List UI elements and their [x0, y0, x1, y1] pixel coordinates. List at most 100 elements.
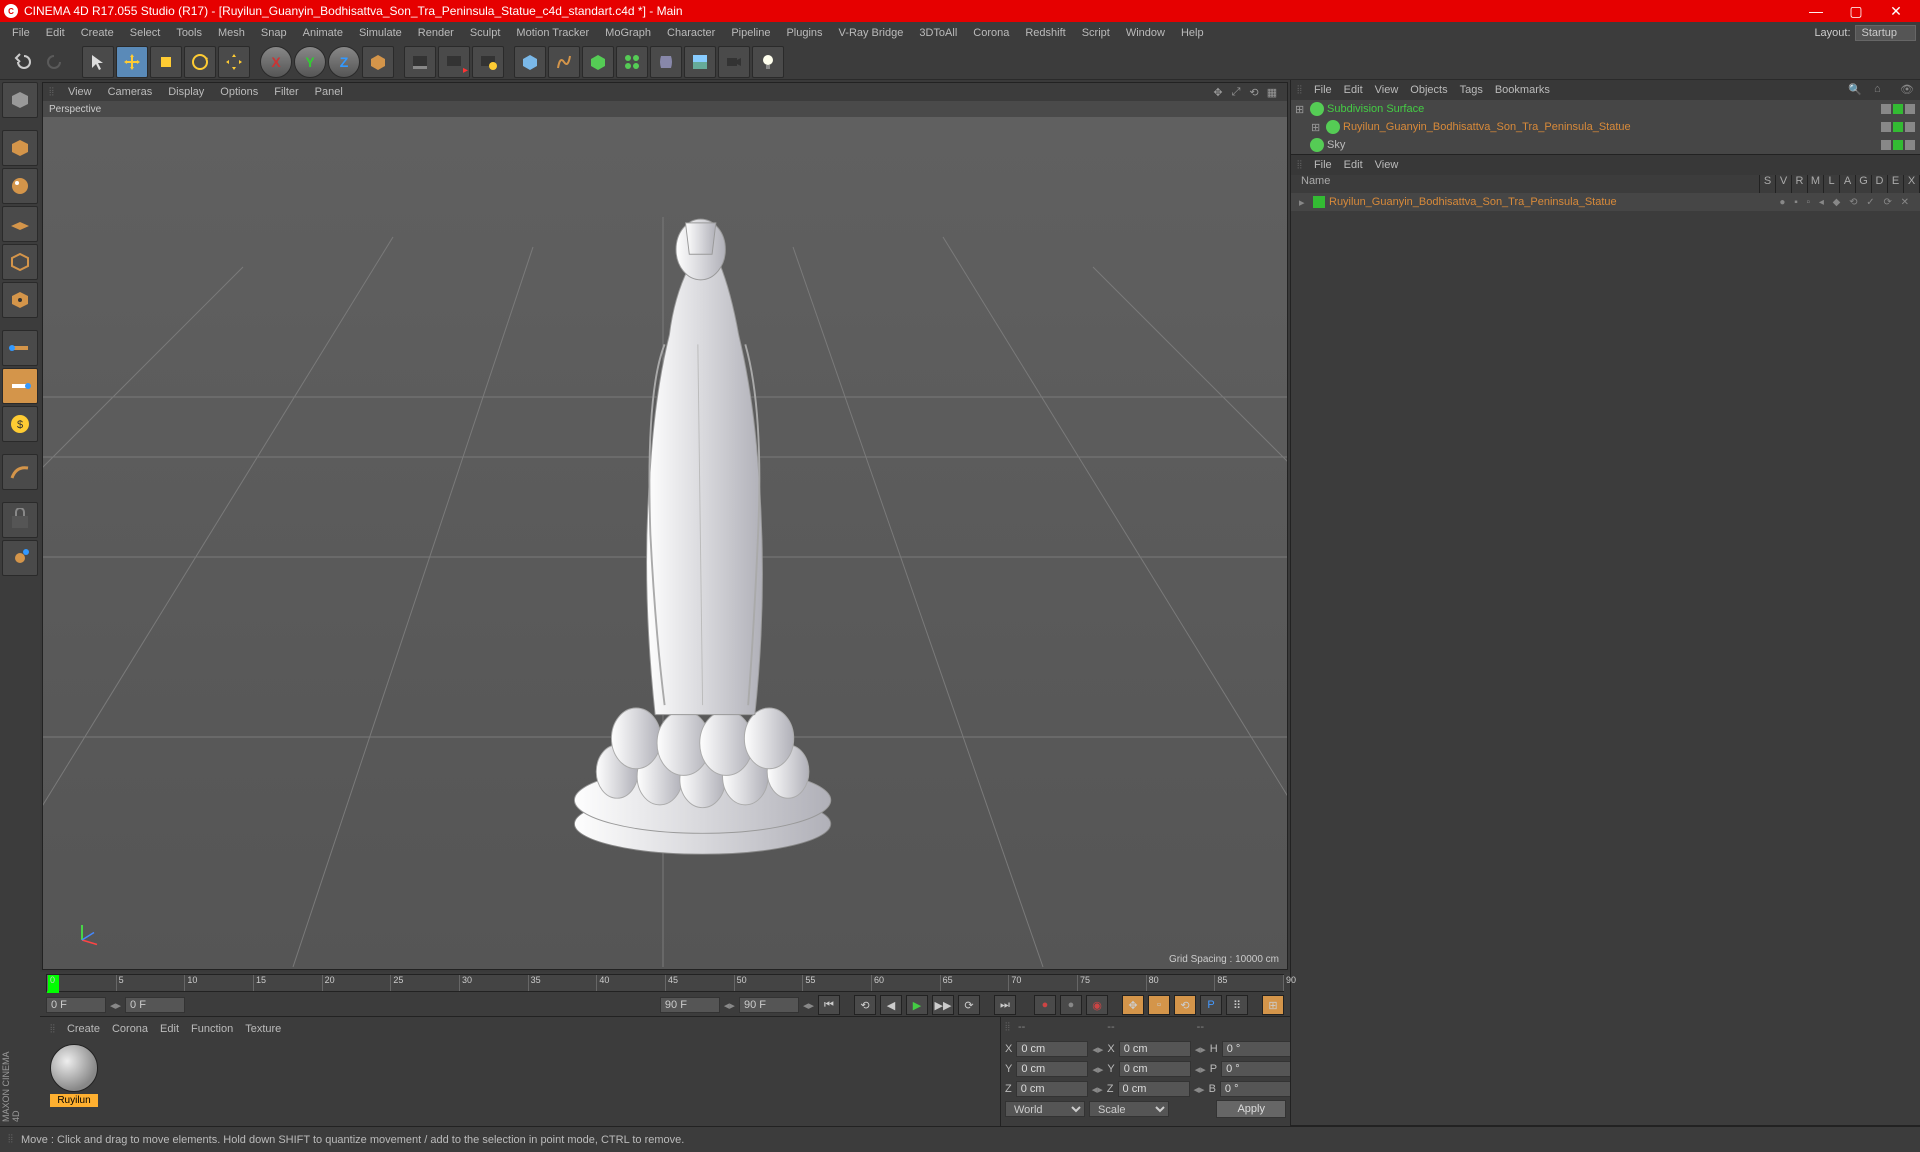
menu-3dtoall[interactable]: 3DToAll — [911, 22, 965, 44]
goto-end-button[interactable]: ⏭ — [994, 995, 1016, 1015]
rot-b-input[interactable] — [1220, 1081, 1292, 1097]
om-menu-bookmarks[interactable]: Bookmarks — [1495, 84, 1550, 96]
object-tree-row[interactable]: ⊞Ruyilun_Guanyin_Bodhisattva_Son_Tra_Pen… — [1291, 118, 1920, 136]
menu-sculpt[interactable]: Sculpt — [462, 22, 509, 44]
array-button[interactable] — [616, 46, 648, 78]
y-axis-button[interactable]: Y — [294, 46, 326, 78]
size-x-input[interactable] — [1119, 1041, 1191, 1057]
key-pla-button[interactable]: ⠿ — [1226, 995, 1248, 1015]
om-search-icon[interactable]: 🔍 — [1848, 83, 1862, 97]
object-tree-row[interactable]: ⊞Subdivision Surface — [1291, 100, 1920, 118]
render-pv-button[interactable]: ▸ — [438, 46, 470, 78]
menu-tools[interactable]: Tools — [168, 22, 210, 44]
scale-tool-button[interactable] — [150, 46, 182, 78]
menu-script[interactable]: Script — [1074, 22, 1118, 44]
mat-menu-edit[interactable]: Edit — [160, 1023, 179, 1036]
object-tree-row[interactable]: Sky — [1291, 136, 1920, 154]
key-param-button[interactable]: P — [1200, 995, 1222, 1015]
menu-motion-tracker[interactable]: Motion Tracker — [508, 22, 597, 44]
mat-menu-corona[interactable]: Corona — [112, 1023, 148, 1036]
workplane-mode-button[interactable] — [2, 206, 38, 242]
om-menu-tags[interactable]: Tags — [1460, 84, 1483, 96]
menu-mesh[interactable]: Mesh — [210, 22, 253, 44]
prev-frame-button[interactable]: ◀ — [880, 995, 902, 1015]
z-axis-button[interactable]: Z — [328, 46, 360, 78]
coord-world-select[interactable]: World — [1005, 1101, 1085, 1117]
undo-button[interactable] — [6, 46, 38, 78]
edge-mode-button[interactable] — [2, 368, 38, 404]
apply-button[interactable]: Apply — [1216, 1100, 1286, 1118]
goto-start-button[interactable]: ⏮ — [818, 995, 840, 1015]
x-axis-button[interactable]: X — [260, 46, 292, 78]
tm-menu-view[interactable]: View — [1375, 159, 1399, 171]
menu-animate[interactable]: Animate — [295, 22, 351, 44]
render-settings-button[interactable] — [472, 46, 504, 78]
rotate-tool-button[interactable] — [184, 46, 216, 78]
menu-redshift[interactable]: Redshift — [1017, 22, 1073, 44]
render-view-button[interactable] — [404, 46, 436, 78]
object-tree[interactable]: ⊞Subdivision Surface⊞Ruyilun_Guanyin_Bod… — [1291, 100, 1920, 154]
environment-button[interactable] — [684, 46, 716, 78]
menu-mograph[interactable]: MoGraph — [597, 22, 659, 44]
snap-settings-button[interactable] — [2, 540, 38, 576]
record-button[interactable]: ● — [1034, 995, 1056, 1015]
coord-x-input[interactable] — [1016, 1041, 1088, 1057]
vp-layout-icon[interactable]: ▦ — [1264, 84, 1280, 100]
polygon-mode-button[interactable]: $ — [2, 406, 38, 442]
size-z-input[interactable] — [1118, 1081, 1190, 1097]
keyframe-button[interactable]: ◉ — [1086, 995, 1108, 1015]
menu-window[interactable]: Window — [1118, 22, 1173, 44]
point-mode-button[interactable] — [2, 330, 38, 366]
vp-zoom-icon[interactable]: ⤢ — [1228, 84, 1244, 100]
axis-mode-button[interactable] — [2, 282, 38, 318]
mat-menu-texture[interactable]: Texture — [245, 1023, 281, 1036]
vp-menu-view[interactable]: View — [60, 86, 100, 98]
menu-vray[interactable]: V-Ray Bridge — [831, 22, 912, 44]
menu-pipeline[interactable]: Pipeline — [723, 22, 778, 44]
key-options-button[interactable]: ⊞ — [1262, 995, 1284, 1015]
menu-simulate[interactable]: Simulate — [351, 22, 410, 44]
om-menu-edit[interactable]: Edit — [1344, 84, 1363, 96]
om-menu-view[interactable]: View — [1375, 84, 1399, 96]
size-y-input[interactable] — [1119, 1061, 1191, 1077]
camera-button[interactable] — [718, 46, 750, 78]
vp-menu-cameras[interactable]: Cameras — [100, 86, 161, 98]
texture-mode-button[interactable] — [2, 168, 38, 204]
coord-y-input[interactable] — [1016, 1061, 1088, 1077]
take-row[interactable]: ▸ Ruyilun_Guanyin_Bodhisattva_Son_Tra_Pe… — [1291, 193, 1920, 211]
om-home-icon[interactable]: ⌂ — [1874, 83, 1888, 97]
generator-button[interactable] — [582, 46, 614, 78]
menu-create[interactable]: Create — [73, 22, 122, 44]
selection-tool-button[interactable] — [82, 46, 114, 78]
frame-current-field[interactable] — [125, 997, 185, 1013]
om-eye-icon[interactable]: 👁 — [1900, 83, 1914, 97]
model-mode-button[interactable] — [2, 130, 38, 166]
tm-menu-edit[interactable]: Edit — [1344, 159, 1363, 171]
vp-menu-filter[interactable]: Filter — [266, 86, 306, 98]
key-pos-button[interactable]: ✥ — [1122, 995, 1144, 1015]
om-menu-file[interactable]: File — [1314, 84, 1332, 96]
maximize-button[interactable]: ▢ — [1836, 0, 1876, 22]
next-frame-button[interactable]: ▶▶ — [932, 995, 954, 1015]
vp-menu-panel[interactable]: Panel — [307, 86, 351, 98]
rot-p-input[interactable] — [1221, 1061, 1293, 1077]
menu-select[interactable]: Select — [122, 22, 169, 44]
snap-enable-button[interactable] — [2, 502, 38, 538]
mat-menu-function[interactable]: Function — [191, 1023, 233, 1036]
primitive-button[interactable] — [514, 46, 546, 78]
object-mode-button[interactable] — [2, 244, 38, 280]
coord-scale-select[interactable]: Scale — [1089, 1101, 1169, 1117]
close-button[interactable]: ✕ — [1876, 0, 1916, 22]
vp-menu-display[interactable]: Display — [160, 86, 212, 98]
spline-button[interactable] — [548, 46, 580, 78]
menu-edit[interactable]: Edit — [38, 22, 73, 44]
timeline-ruler[interactable]: 051015202530354045505560657075808590 — [46, 974, 1284, 992]
coord-z-input[interactable] — [1016, 1081, 1088, 1097]
mat-menu-create[interactable]: Create — [67, 1023, 100, 1036]
menu-file[interactable]: File — [4, 22, 38, 44]
menu-character[interactable]: Character — [659, 22, 723, 44]
autokey-button[interactable]: ● — [1060, 995, 1082, 1015]
deformer-button[interactable] — [650, 46, 682, 78]
menu-help[interactable]: Help — [1173, 22, 1212, 44]
vp-rotate-icon[interactable]: ⟲ — [1246, 84, 1262, 100]
